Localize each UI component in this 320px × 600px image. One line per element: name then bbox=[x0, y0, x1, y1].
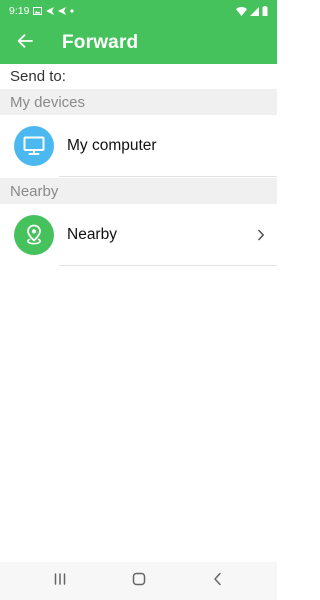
wifi-icon bbox=[236, 6, 247, 16]
home-button[interactable] bbox=[119, 566, 159, 596]
app-bar: Forward bbox=[0, 22, 277, 64]
chevron-right-icon bbox=[257, 229, 265, 241]
home-icon bbox=[132, 572, 146, 591]
list-item-label: Nearby bbox=[67, 226, 117, 243]
divider bbox=[59, 265, 277, 266]
battery-icon bbox=[262, 6, 268, 16]
section-header-label: My devices bbox=[10, 93, 86, 111]
send-icon bbox=[58, 7, 67, 15]
back-button[interactable] bbox=[0, 22, 50, 64]
send-icon bbox=[46, 7, 55, 15]
list-item-my-computer[interactable]: My computer bbox=[0, 115, 277, 177]
signal-icon bbox=[250, 6, 259, 16]
section-header-my-devices: My devices bbox=[0, 89, 277, 115]
system-nav-bar bbox=[0, 562, 277, 600]
back-icon bbox=[213, 572, 222, 591]
send-to-label: Send to: bbox=[10, 68, 66, 85]
page-title: Forward bbox=[62, 32, 139, 53]
list-item-nearby[interactable]: Nearby bbox=[0, 204, 277, 266]
dot-icon bbox=[70, 9, 75, 13]
recents-icon bbox=[53, 572, 67, 590]
gallery-icon bbox=[33, 7, 43, 15]
divider bbox=[59, 176, 277, 177]
status-right bbox=[236, 6, 268, 16]
nav-back-button[interactable] bbox=[198, 566, 238, 596]
location-pin-icon bbox=[14, 215, 54, 255]
status-bar: 9:19 bbox=[0, 0, 277, 22]
section-header-label: Nearby bbox=[10, 182, 59, 200]
list-item-label: My computer bbox=[67, 137, 157, 154]
section-header-nearby: Nearby bbox=[0, 178, 277, 204]
status-time: 9:19 bbox=[9, 5, 30, 17]
arrow-left-icon bbox=[17, 33, 33, 53]
status-left: 9:19 bbox=[9, 5, 75, 17]
recents-button[interactable] bbox=[40, 566, 80, 596]
monitor-icon bbox=[14, 126, 54, 166]
